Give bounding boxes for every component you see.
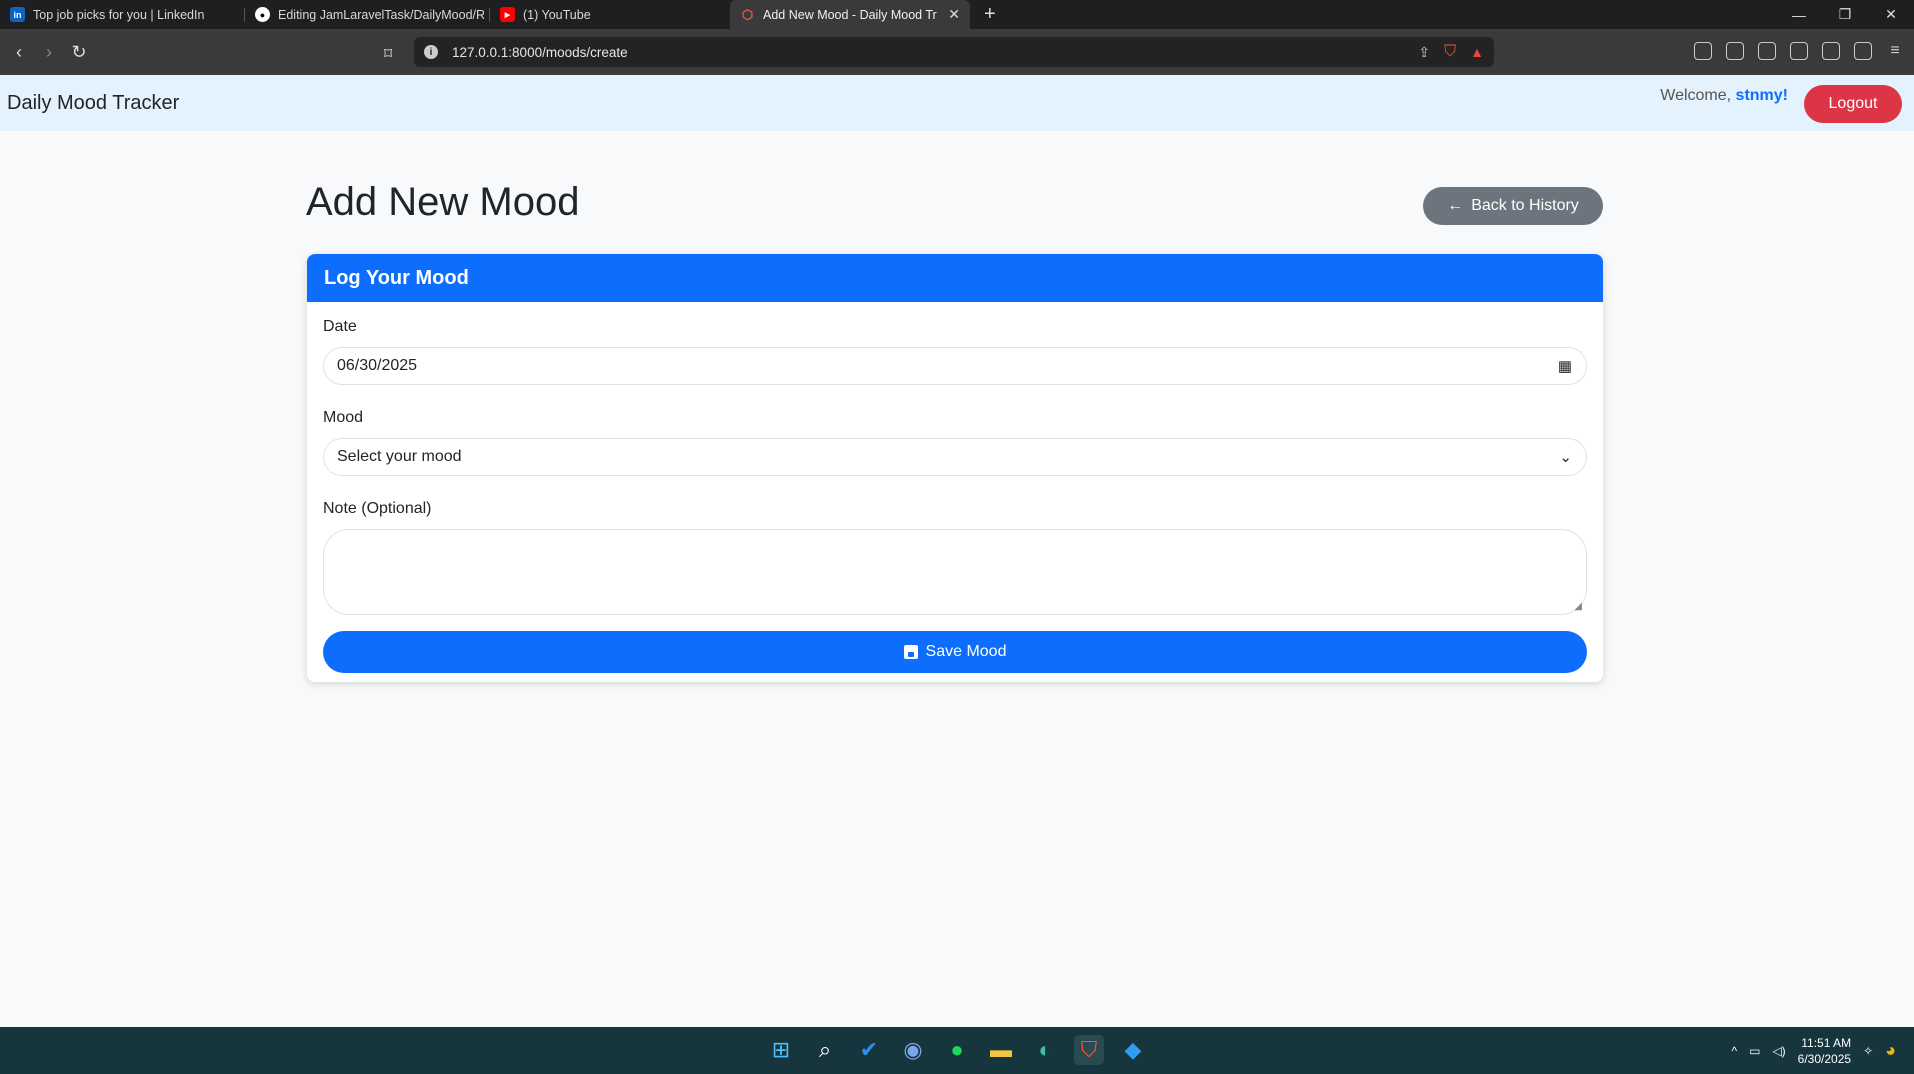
tab-youtube[interactable]: ▶ (1) YouTube: [490, 0, 730, 29]
calendar-icon[interactable]: ▦: [1558, 357, 1572, 375]
edge-icon[interactable]: ◐: [1030, 1035, 1060, 1065]
sidebar-icon[interactable]: [1758, 42, 1776, 60]
copilot-icon[interactable]: ◕: [1885, 1040, 1896, 1061]
tab-add-new-mood[interactable]: ⬡ Add New Mood - Daily Mood Tr ✕: [730, 0, 970, 29]
linkedin-icon: in: [10, 7, 25, 22]
file-explorer-icon[interactable]: ▬: [986, 1035, 1016, 1065]
username: stnmy!: [1735, 87, 1788, 104]
mood-label: Mood: [323, 409, 364, 426]
qbittorrent-icon[interactable]: ◉: [898, 1035, 928, 1065]
save-mood-button[interactable]: Save Mood: [323, 631, 1587, 673]
network-icon[interactable]: ▭: [1749, 1044, 1760, 1058]
reading-icon[interactable]: [1726, 42, 1744, 60]
browser-toolbar: ‹ › ↻ ⌑ i 127.0.0.1:8000/moods/create ⇪ …: [0, 29, 1914, 75]
browser-tab-bar: in Top job picks for you | LinkedIn ● Ed…: [0, 0, 1914, 29]
date-input[interactable]: 06/30/2025 ▦: [323, 347, 1587, 385]
wallet-icon[interactable]: [1790, 42, 1808, 60]
card-header: Log Your Mood: [307, 254, 1603, 302]
welcome-text: Welcome, stnmy!: [1660, 87, 1788, 105]
minimize-icon[interactable]: —: [1776, 0, 1822, 29]
brave-icon[interactable]: ⛉: [1074, 1035, 1104, 1065]
back-label: Back to History: [1471, 197, 1579, 214]
leo-ai-icon[interactable]: [1822, 42, 1840, 60]
address-bar[interactable]: i 127.0.0.1:8000/moods/create ⇪ ⛉ ▲: [414, 37, 1494, 67]
resize-handle-icon[interactable]: ◢: [1574, 601, 1582, 612]
brave-shield-icon[interactable]: ⛉: [1444, 43, 1456, 61]
share-icon[interactable]: ⇪: [1418, 44, 1430, 61]
save-label: Save Mood: [925, 643, 1007, 660]
site-info-icon[interactable]: i: [424, 45, 438, 59]
extensions-icon[interactable]: [1694, 42, 1712, 60]
tab-title: Add New Mood - Daily Mood Tr: [763, 7, 937, 22]
tab-linkedin[interactable]: in Top job picks for you | LinkedIn: [0, 0, 244, 29]
mood-select[interactable]: Select your mood ⌄: [323, 438, 1587, 476]
welcome-prefix: Welcome,: [1660, 87, 1736, 104]
note-label: Note (Optional): [323, 500, 432, 517]
taskbar-apps: ⊞ ⌕ ✔ ◉ ● ▬ ◐ ⛉ ◆: [766, 1035, 1148, 1065]
forward-nav-icon[interactable]: ›: [34, 42, 64, 63]
youtube-icon: ▶: [500, 7, 515, 22]
tab-title: Top job picks for you | LinkedIn: [33, 7, 205, 22]
spotify-icon[interactable]: ●: [942, 1035, 972, 1065]
search-icon[interactable]: ⌕: [810, 1035, 840, 1065]
address-bar-actions: ⇪ ⛉ ▲: [1418, 43, 1484, 61]
chevron-down-icon: ⌄: [1559, 449, 1572, 466]
chevron-up-icon[interactable]: ^: [1731, 1044, 1737, 1058]
notification-icon[interactable]: ✧: [1863, 1044, 1873, 1058]
tab-title: (1) YouTube: [523, 7, 591, 22]
url-text: 127.0.0.1:8000/moods/create: [452, 44, 628, 60]
new-tab-button[interactable]: +: [984, 3, 996, 26]
os-taskbar: ⊞ ⌕ ✔ ◉ ● ▬ ◐ ⛉ ◆ ^ ▭ ◁) 11:51 AM 6/30/2…: [0, 1027, 1914, 1074]
note-textarea[interactable]: ◢: [323, 529, 1587, 615]
windows-start-icon[interactable]: ⊞: [766, 1035, 796, 1065]
mood-selected-value: Select your mood: [337, 448, 462, 465]
app-navbar: Daily Mood Tracker Welcome, stnmy! Logou…: [0, 75, 1914, 131]
back-nav-icon[interactable]: ‹: [4, 42, 34, 63]
save-icon: [903, 645, 918, 659]
laravel-icon: ⬡: [741, 6, 754, 22]
vpn-icon[interactable]: [1854, 42, 1872, 60]
brand-link[interactable]: Daily Mood Tracker: [7, 92, 179, 115]
menu-icon[interactable]: ≡: [1886, 42, 1904, 60]
volume-icon[interactable]: ◁): [1772, 1044, 1785, 1058]
tab-title: Editing JamLaravelTask/DailyMood/R: [278, 7, 486, 22]
tab-github[interactable]: ● Editing JamLaravelTask/DailyMood/R: [245, 0, 489, 29]
todo-icon[interactable]: ✔: [854, 1035, 884, 1065]
reload-icon[interactable]: ↻: [64, 42, 94, 63]
bookmark-icon[interactable]: ⌑: [384, 44, 392, 64]
window-controls: — ❐ ✕: [1776, 0, 1914, 29]
system-tray: ^ ▭ ◁) 11:51 AM 6/30/2025 ✧ ◕: [1731, 1027, 1896, 1074]
extension-icons: ≡: [1694, 42, 1904, 60]
clock-date: 6/30/2025: [1797, 1051, 1852, 1066]
vscode-icon[interactable]: ◆: [1118, 1035, 1148, 1065]
clock[interactable]: 11:51 AM 6/30/2025: [1798, 1035, 1851, 1067]
arrow-left-icon: ←: [1447, 197, 1464, 214]
date-label: Date: [323, 318, 357, 335]
page-title: Add New Mood: [306, 180, 580, 224]
github-icon: ●: [255, 7, 270, 22]
date-value: 06/30/2025: [337, 357, 418, 374]
mood-form: Date 06/30/2025 ▦ Mood Select your mood …: [307, 302, 1603, 682]
back-to-history-button[interactable]: ← Back to History: [1423, 187, 1603, 225]
mood-form-card: Log Your Mood Date 06/30/2025 ▦ Mood Sel…: [307, 254, 1603, 682]
close-tab-icon[interactable]: ✕: [938, 6, 960, 23]
clock-time: 11:51 AM: [1801, 1035, 1852, 1050]
restore-icon[interactable]: ❐: [1822, 0, 1868, 29]
brave-rewards-icon[interactable]: ▲: [1470, 44, 1484, 60]
window-close-icon[interactable]: ✕: [1868, 0, 1914, 29]
logout-button[interactable]: Logout: [1804, 85, 1902, 123]
